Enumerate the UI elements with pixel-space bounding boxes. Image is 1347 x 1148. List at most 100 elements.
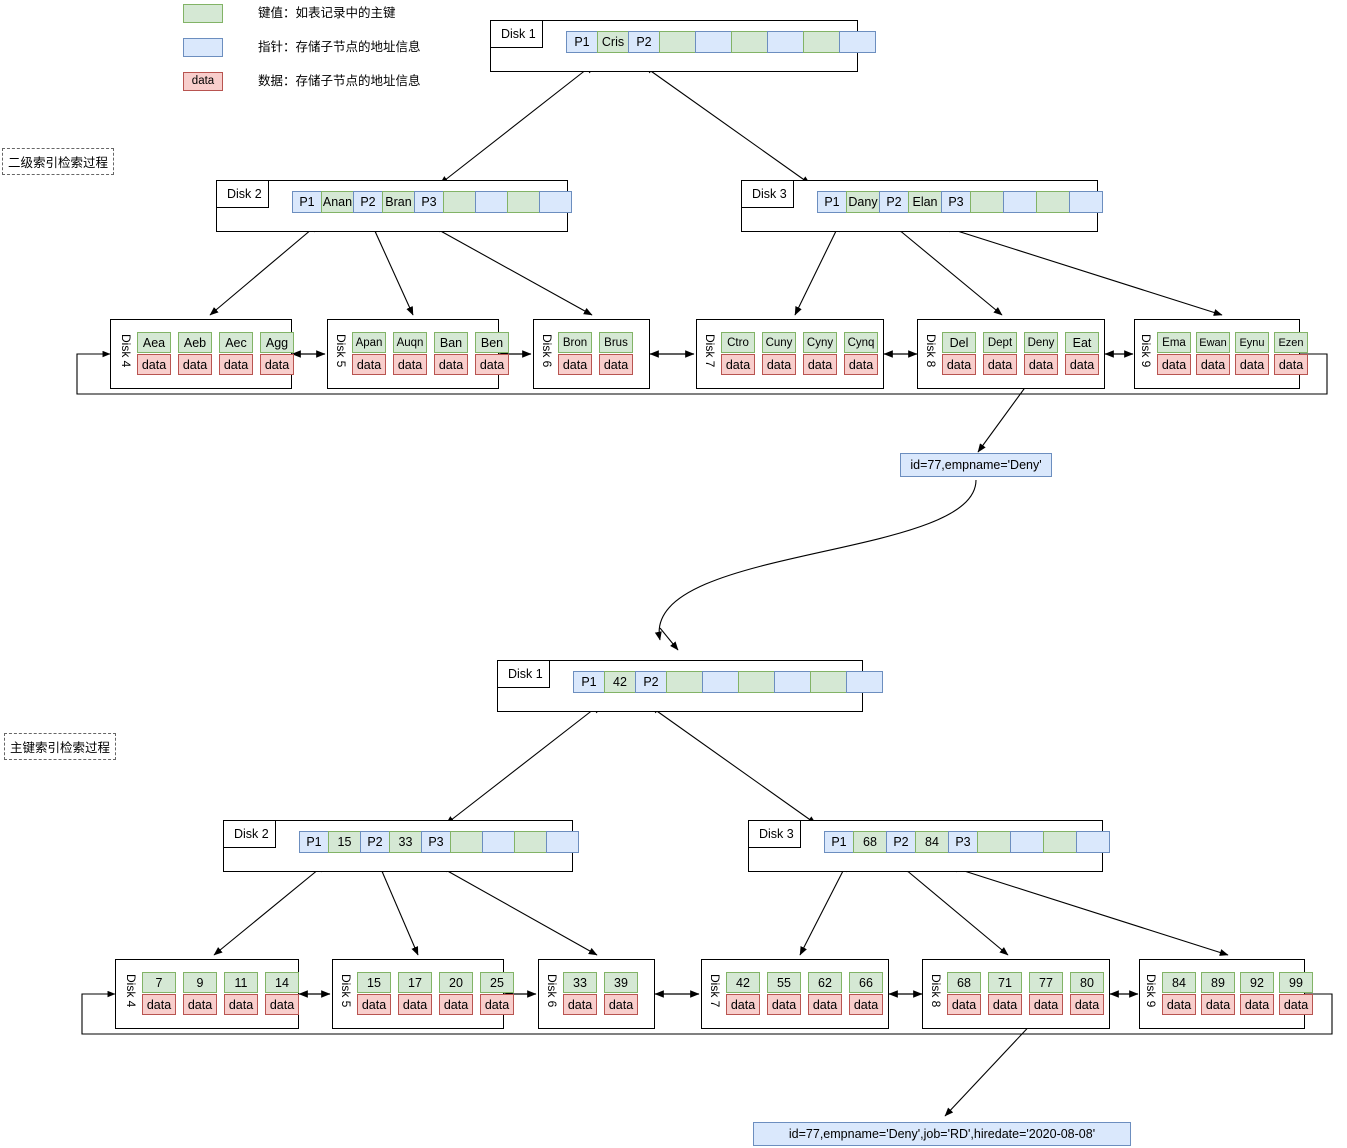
leaf-entry[interactable]: Ezen data [1274,332,1308,375]
node-cell[interactable] [977,831,1011,853]
leaf-entry[interactable]: Eynu data [1235,332,1269,375]
leaf-data[interactable]: data [1274,354,1308,375]
primary-leaf-7[interactable]: Disk 7 42 data 55 data 62 data 66 data [701,959,889,1029]
leaf-entry[interactable]: Aeb data [178,332,212,375]
leaf-entry[interactable]: Deny data [1024,332,1058,375]
leaf-entry[interactable]: Del data [942,332,976,375]
node-cell[interactable] [702,671,739,693]
leaf-key[interactable]: Del [942,332,976,353]
leaf-data[interactable]: data [1279,994,1313,1015]
secondary-leaf-5[interactable]: Disk 5 Apan data Auqn data Ban data Ben … [327,319,509,389]
leaf-entry[interactable]: 99 data [1279,972,1313,1015]
node-cell[interactable] [443,191,476,213]
leaf-entry[interactable]: Dept data [983,332,1017,375]
leaf-entry[interactable]: Eat data [1065,332,1099,375]
secondary-leaf-7[interactable]: Disk 7 Ctro data Cuny data Cyny data Cyn… [696,319,884,389]
leaf-entry[interactable]: Cyny data [803,332,837,375]
node-cell[interactable] [482,831,515,853]
node-cell[interactable]: Bran [382,191,415,213]
leaf-key[interactable]: 25 [480,972,514,993]
leaf-entry[interactable]: 33 data [563,972,597,1015]
leaf-entry[interactable]: Brus data [599,332,633,375]
leaf-key[interactable]: 39 [604,972,638,993]
leaf-data[interactable]: data [721,354,755,375]
node-cell[interactable]: 15 [328,831,361,853]
node-cell[interactable] [450,831,483,853]
node-cell[interactable] [767,31,804,53]
leaf-key[interactable]: 55 [767,972,801,993]
node-cell[interactable] [514,831,547,853]
leaf-key[interactable]: 17 [398,972,432,993]
node-cell[interactable]: P2 [635,671,667,693]
leaf-data[interactable]: data [1201,994,1235,1015]
primary-leaf-8[interactable]: Disk 8 68 data 71 data 77 data 80 data [922,959,1110,1029]
leaf-data[interactable]: data [563,994,597,1015]
leaf-key[interactable]: Cyny [803,332,837,353]
leaf-key[interactable]: Brus [599,332,633,353]
node-cell[interactable]: P3 [421,831,451,853]
node-cell[interactable]: P3 [948,831,978,853]
leaf-key[interactable]: 14 [265,972,299,993]
primary-leaf-4[interactable]: Disk 4 7 data 9 data 11 data 14 data [115,959,299,1029]
leaf-entry[interactable]: 66 data [849,972,883,1015]
leaf-entry[interactable]: Apan data [352,332,386,375]
leaf-data[interactable]: data [849,994,883,1015]
leaf-key[interactable]: Aea [137,332,171,353]
node-cell[interactable] [810,671,847,693]
leaf-data[interactable]: data [183,994,217,1015]
leaf-entry[interactable]: Ewan data [1196,332,1230,375]
leaf-entry[interactable]: 15 data [357,972,391,1015]
leaf-entry[interactable]: 68 data [947,972,981,1015]
leaf-key[interactable]: 7 [142,972,176,993]
leaf-key[interactable]: 66 [849,972,883,993]
secondary-leaf-8[interactable]: Disk 8 Del data Dept data Deny data Eat … [917,319,1105,389]
leaf-data[interactable]: data [1029,994,1063,1015]
leaf-data[interactable]: data [558,354,592,375]
node-cell[interactable]: P2 [886,831,916,853]
node-cell[interactable]: P2 [360,831,390,853]
leaf-key[interactable]: Ben [475,332,509,353]
leaf-entry[interactable]: 11 data [224,972,258,1015]
primary-internal-node-2[interactable]: Disk 2 P1 15 P2 33 P3 [223,820,579,872]
leaf-key[interactable]: 42 [726,972,760,993]
leaf-data[interactable]: data [219,354,253,375]
primary-leaf-5[interactable]: Disk 5 15 data 17 data 20 data 25 data [332,959,514,1029]
leaf-entry[interactable]: Ben data [475,332,509,375]
leaf-data[interactable]: data [1157,354,1191,375]
leaf-data[interactable]: data [260,354,294,375]
leaf-entry[interactable]: Ban data [434,332,468,375]
leaf-data[interactable]: data [947,994,981,1015]
leaf-key[interactable]: Apan [352,332,386,353]
node-cell[interactable] [1069,191,1103,213]
secondary-leaf-6[interactable]: Disk 6 Bron data Brus data [533,319,650,389]
node-cell[interactable] [695,31,732,53]
leaf-data[interactable]: data [475,354,509,375]
node-cell[interactable]: Dany [846,191,880,213]
leaf-data[interactable]: data [137,354,171,375]
leaf-key[interactable]: Ban [434,332,468,353]
leaf-data[interactable]: data [224,994,258,1015]
leaf-data[interactable]: data [1070,994,1104,1015]
leaf-entry[interactable]: Aec data [219,332,253,375]
secondary-leaf-9[interactable]: Disk 9 Ema data Ewan data Eynu data Ezen… [1134,319,1308,389]
node-cell[interactable]: Anan [321,191,354,213]
leaf-key[interactable]: 92 [1240,972,1274,993]
leaf-key[interactable]: Ewan [1196,332,1230,353]
leaf-key[interactable]: Dept [983,332,1017,353]
leaf-data[interactable]: data [1162,994,1196,1015]
leaf-key[interactable]: Aec [219,332,253,353]
node-cell[interactable] [731,31,768,53]
node-cell[interactable]: P1 [573,671,605,693]
primary-internal-node-3[interactable]: Disk 3 P1 68 P2 84 P3 [748,820,1110,872]
leaf-data[interactable]: data [983,354,1017,375]
leaf-data[interactable]: data [726,994,760,1015]
leaf-data[interactable]: data [808,994,842,1015]
leaf-data[interactable]: data [1235,354,1269,375]
leaf-entry[interactable]: 39 data [604,972,638,1015]
leaf-data[interactable]: data [142,994,176,1015]
leaf-entry[interactable]: 55 data [767,972,801,1015]
node-cell[interactable]: 33 [389,831,422,853]
node-cell[interactable]: P2 [353,191,383,213]
leaf-entry[interactable]: Cuny data [762,332,796,375]
node-cell[interactable] [738,671,775,693]
